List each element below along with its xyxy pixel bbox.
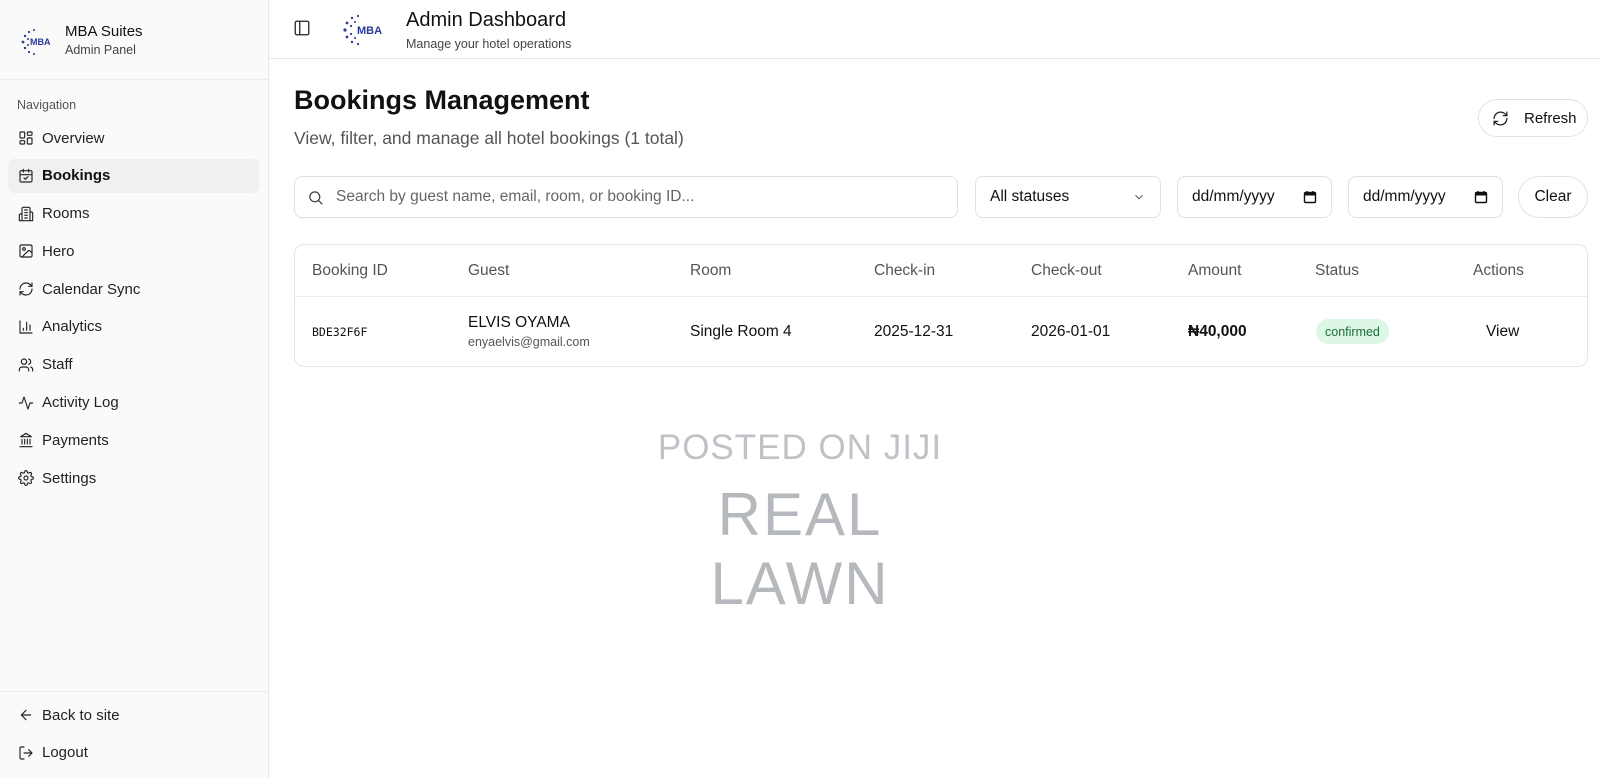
sidebar-item-label: Staff	[42, 356, 73, 374]
calendar-icon[interactable]	[1303, 190, 1317, 204]
brand-subtitle: Admin Panel	[65, 43, 136, 57]
header-title: Admin Dashboard	[406, 9, 567, 31]
column-header-amount: Amount	[1188, 262, 1242, 279]
sidebar-item-label: Bookings	[42, 167, 111, 185]
sidebar-item-bookings[interactable]: Bookings	[8, 158, 259, 193]
svg-text:MBA: MBA	[357, 25, 382, 37]
bookings-table: Booking ID Guest Room Check-in Check-out…	[294, 244, 1588, 367]
building-icon	[17, 205, 34, 222]
logout-icon	[17, 744, 34, 761]
date-to-value: dd/mm/yyyy	[1363, 188, 1446, 205]
status-filter-value: All statuses	[990, 188, 1070, 205]
date-from-value: dd/mm/yyyy	[1192, 188, 1275, 205]
users-icon	[17, 356, 34, 373]
column-header-check-out: Check-out	[1031, 262, 1102, 279]
guest-name: ELVIS OYAMA	[468, 314, 570, 331]
logout-button[interactable]: Logout	[8, 736, 260, 770]
calendar-icon[interactable]	[1474, 190, 1488, 204]
column-header-status: Status	[1315, 262, 1359, 279]
check-in-cell: 2025-12-31	[874, 323, 954, 340]
column-header-check-in: Check-in	[874, 262, 936, 279]
top-header: MBA Admin Dashboard Manage your hotel op…	[269, 0, 1600, 59]
column-header-room: Room	[690, 262, 732, 279]
guest-email: enyaelvis@gmail.com	[468, 335, 590, 349]
page-title: Bookings Management	[294, 85, 590, 115]
sidebar-item-staff[interactable]: Staff	[8, 348, 259, 382]
table-row[interactable]: BDE32F6F ELVIS OYAMA enyaelvis@gmail.com…	[295, 297, 1587, 367]
logout-label: Logout	[42, 744, 88, 762]
activity-icon	[17, 394, 34, 411]
sidebar-item-settings[interactable]: Settings	[8, 461, 259, 495]
view-booking-button[interactable]: View	[1486, 323, 1519, 341]
sidebar-item-activity-log[interactable]: Activity Log	[8, 386, 259, 420]
sidebar-item-calendar-sync[interactable]: Calendar Sync	[8, 272, 259, 306]
booking-id-cell: BDE32F6F	[312, 325, 368, 339]
watermark-line1: POSTED ON JIJI	[657, 428, 943, 467]
bar-chart-icon	[17, 318, 34, 335]
guest-cell: ELVIS OYAMA enyaelvis@gmail.com	[468, 314, 590, 349]
sidebar-toggle-button[interactable]	[291, 17, 313, 39]
watermark-line2: REAL LAWN	[710, 481, 890, 617]
nav-section-title: Navigation	[17, 98, 77, 112]
sidebar-item-label: Hero	[42, 242, 75, 260]
sidebar-item-label: Settings	[42, 469, 97, 487]
column-header-guest: Guest	[468, 262, 510, 279]
image-icon	[17, 243, 34, 260]
sidebar-item-label: Analytics	[42, 318, 103, 336]
date-from-input[interactable]: dd/mm/yyyy	[1177, 176, 1332, 218]
svg-text:MBA: MBA	[30, 37, 51, 47]
column-header-actions: Actions	[1473, 262, 1524, 279]
sidebar-item-payments[interactable]: Payments	[8, 423, 259, 457]
status-filter-select[interactable]: All statuses	[975, 176, 1161, 218]
landmark-icon	[17, 432, 34, 449]
header-subtitle: Manage your hotel operations	[406, 37, 572, 51]
header-logo: MBA	[343, 14, 382, 46]
panel-left-icon	[294, 20, 310, 36]
sidebar-brand: MBA MBA Suites Admin Panel	[0, 0, 268, 80]
refresh-icon	[17, 281, 34, 298]
search-icon	[309, 190, 323, 205]
sidebar-item-label: Activity Log	[42, 394, 119, 412]
sidebar-item-overview[interactable]: Overview	[8, 121, 259, 155]
amount-cell: ₦40,000	[1188, 323, 1247, 340]
check-out-cell: 2026-01-01	[1031, 323, 1111, 340]
sidebar-item-rooms[interactable]: Rooms	[8, 197, 259, 231]
gear-icon	[17, 470, 34, 487]
sidebar: MBA MBA Suites Admin Panel Navigation Ov…	[0, 0, 269, 778]
brand-logo: MBA	[21, 29, 51, 55]
search-input[interactable]	[336, 188, 936, 206]
room-cell: Single Room 4	[690, 323, 792, 340]
sidebar-item-label: Overview	[42, 129, 105, 147]
sidebar-footer: Back to site Logout	[0, 691, 268, 774]
back-to-site-link[interactable]: Back to site	[8, 698, 260, 732]
sidebar-item-analytics[interactable]: Analytics	[8, 310, 259, 344]
search-box	[294, 176, 958, 218]
chevron-down-icon	[1135, 194, 1143, 200]
calendar-check-icon	[17, 167, 34, 184]
page-subtitle: View, filter, and manage all hotel booki…	[294, 128, 684, 148]
sidebar-item-label: Rooms	[42, 205, 90, 223]
sidebar-nav: Overview Bookings Rooms Hero Calendar Sy…	[8, 121, 259, 499]
sidebar-item-label: Payments	[42, 431, 109, 449]
layout-dashboard-icon	[17, 130, 34, 147]
refresh-label: Refresh	[1524, 109, 1577, 127]
clear-filters-button[interactable]: Clear	[1518, 176, 1588, 218]
column-header-booking-id: Booking ID	[312, 262, 388, 279]
sidebar-item-hero[interactable]: Hero	[8, 234, 259, 268]
status-badge: confirmed	[1316, 319, 1389, 344]
table-header: Booking ID Guest Room Check-in Check-out…	[295, 245, 1587, 297]
date-to-input[interactable]: dd/mm/yyyy	[1348, 176, 1503, 218]
refresh-icon	[1493, 110, 1508, 126]
arrow-left-icon	[17, 707, 34, 724]
back-to-site-label: Back to site	[42, 706, 120, 724]
brand-name: MBA Suites	[65, 23, 143, 40]
sidebar-item-label: Calendar Sync	[42, 280, 141, 298]
refresh-button[interactable]: Refresh	[1478, 99, 1588, 137]
watermark: POSTED ON JIJI REAL LAWN	[640, 425, 960, 617]
